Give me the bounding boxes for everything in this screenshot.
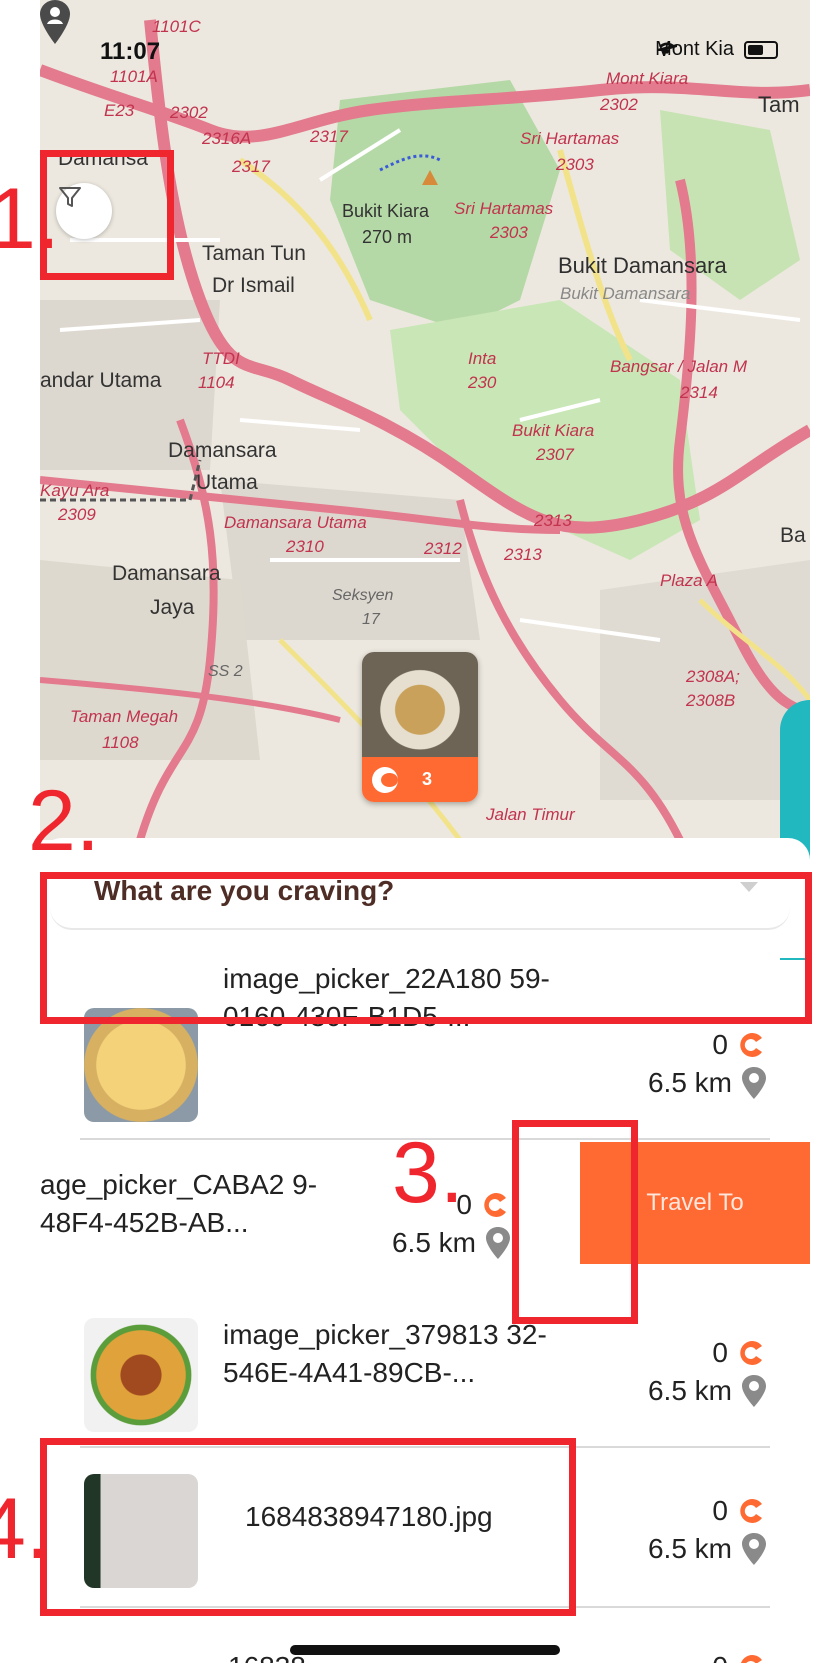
map-label: 2317 bbox=[232, 157, 270, 176]
map-view[interactable]: Damansa Taman Tun Dr Ismail Bukit Kiara … bbox=[40, 0, 810, 840]
marker-food-photo bbox=[362, 652, 478, 757]
map-label: Bukit Kiara bbox=[342, 201, 430, 221]
listing-count: 0 bbox=[712, 1495, 728, 1526]
map-label: Utama bbox=[196, 471, 258, 494]
battery-icon bbox=[744, 40, 778, 59]
map-label: Plaza A bbox=[660, 571, 718, 590]
app-logo-icon bbox=[372, 766, 398, 793]
map-label: Taman Tun bbox=[202, 242, 306, 265]
home-indicator bbox=[290, 1645, 560, 1655]
location-pin-icon bbox=[742, 1375, 766, 1407]
annotation-box-4 bbox=[40, 1438, 576, 1616]
map-label: 2317 bbox=[310, 127, 348, 146]
map-label: 2314 bbox=[680, 383, 718, 402]
map-label: 2309 bbox=[58, 505, 96, 524]
app-logo-icon bbox=[740, 1341, 762, 1365]
annotation-label-2: 2. bbox=[28, 773, 100, 869]
app-logo-icon bbox=[740, 1033, 762, 1057]
restaurant-map-marker[interactable]: 3 bbox=[362, 652, 478, 802]
listing-title: image_picker_379813 32-546E-4A41-89CB-..… bbox=[223, 1319, 547, 1388]
listing-meta: 0 bbox=[712, 1648, 766, 1663]
map-label: Dr Ismail bbox=[212, 274, 295, 297]
listing-title: age_picker_CABA2 9-48F4-452B-AB... bbox=[40, 1169, 318, 1238]
map-label: Inta bbox=[468, 349, 497, 368]
map-label: Taman Megah bbox=[70, 707, 179, 726]
map-label: Bangsar / Jalan M bbox=[610, 357, 748, 376]
annotation-label-1: 1. bbox=[0, 171, 60, 267]
map-label: Kayu Ara bbox=[40, 481, 110, 500]
map-label: Jalan Timur bbox=[486, 805, 575, 824]
map-label: 1108 bbox=[102, 733, 139, 752]
map-label: 2302 bbox=[600, 95, 638, 114]
map-label: 1101A bbox=[110, 67, 158, 86]
map-label: 2310 bbox=[286, 537, 324, 556]
listing-meta: 0 6.5 km bbox=[648, 1026, 766, 1102]
map-label: Bukit Kiara bbox=[512, 421, 595, 440]
map-label: 1101C bbox=[152, 17, 201, 36]
map-label: 2303 bbox=[556, 155, 594, 174]
map-label: Bukit Damansara bbox=[558, 253, 727, 278]
map-label: 2312 bbox=[424, 539, 462, 558]
map-label: Mont Kiara bbox=[606, 69, 689, 88]
map-label: Tam bbox=[758, 92, 800, 117]
listing-count: 0 bbox=[712, 1029, 728, 1060]
app-logo-icon bbox=[484, 1193, 506, 1217]
map-label: E23 bbox=[104, 101, 135, 120]
listing-distance: 6.5 km bbox=[391, 1227, 476, 1258]
map-label: 2313 bbox=[534, 511, 572, 530]
app-logo-icon bbox=[740, 1499, 762, 1523]
map-label: Sri Hartamas bbox=[520, 129, 620, 148]
listing-thumbnail bbox=[84, 1318, 198, 1432]
map-label: 230 bbox=[468, 373, 497, 392]
annotation-box-3 bbox=[512, 1120, 638, 1324]
map-label: 2316A bbox=[202, 129, 252, 148]
listing-distance: 6.5 km bbox=[647, 1533, 732, 1564]
map-label: 1104 bbox=[198, 373, 235, 392]
map-label: 2308B bbox=[686, 691, 736, 710]
map-label: 2313 bbox=[504, 545, 542, 564]
map-label: Seksyen bbox=[332, 587, 394, 604]
map-label: Jaya bbox=[150, 596, 195, 619]
marker-count-bar: 3 bbox=[362, 757, 478, 802]
map-label: TTDI bbox=[202, 349, 240, 368]
annotation-box-1 bbox=[40, 150, 174, 280]
location-pin-icon bbox=[486, 1227, 510, 1259]
map-label: 2302 bbox=[170, 103, 208, 122]
map-label: SS 2 bbox=[208, 663, 243, 680]
status-time: 11:07 bbox=[100, 38, 161, 65]
map-label: andar Utama bbox=[40, 369, 162, 392]
map-label: 17 bbox=[362, 611, 380, 628]
annotation-label-4: 4. bbox=[0, 1481, 50, 1577]
map-label: Sri Hartamas bbox=[454, 199, 554, 218]
map-label: 270 m bbox=[362, 227, 413, 247]
map-label: 2307 bbox=[536, 445, 574, 464]
listing-meta: 0 6.5 km bbox=[648, 1334, 766, 1410]
status-icons: Mont Kia bbox=[655, 38, 778, 61]
list-item[interactable]: image_picker_379813 32-546E-4A41-89CB-..… bbox=[40, 1268, 810, 1448]
annotation-label-3: 3. bbox=[392, 1125, 464, 1221]
location-pin-icon bbox=[742, 1067, 766, 1099]
marker-count: 3 bbox=[422, 769, 433, 789]
location-pin-icon bbox=[742, 1533, 766, 1565]
listing-distance: 6.5 km bbox=[647, 1375, 732, 1406]
listing-distance: 6.5 km bbox=[647, 1067, 732, 1098]
listing-meta: 0 6.5 km bbox=[648, 1492, 766, 1568]
map-label: 2308A; bbox=[686, 667, 740, 686]
listing-thumbnail bbox=[84, 1008, 198, 1122]
map-label: Bukit Damansara bbox=[560, 284, 691, 303]
map-label: Damansara bbox=[112, 562, 221, 585]
map-label: Ba bbox=[780, 524, 806, 547]
map-label: Damansara bbox=[168, 439, 277, 462]
listing-count: 0 bbox=[712, 1648, 728, 1663]
annotation-box-2 bbox=[40, 872, 812, 1024]
wifi-icon bbox=[659, 42, 676, 54]
location-pin-icon[interactable] bbox=[40, 0, 70, 44]
listing-count: 0 bbox=[712, 1337, 728, 1368]
app-logo-icon bbox=[740, 1655, 762, 1663]
map-label: Damansara Utama bbox=[224, 513, 367, 532]
map-label: 2303 bbox=[490, 223, 528, 242]
